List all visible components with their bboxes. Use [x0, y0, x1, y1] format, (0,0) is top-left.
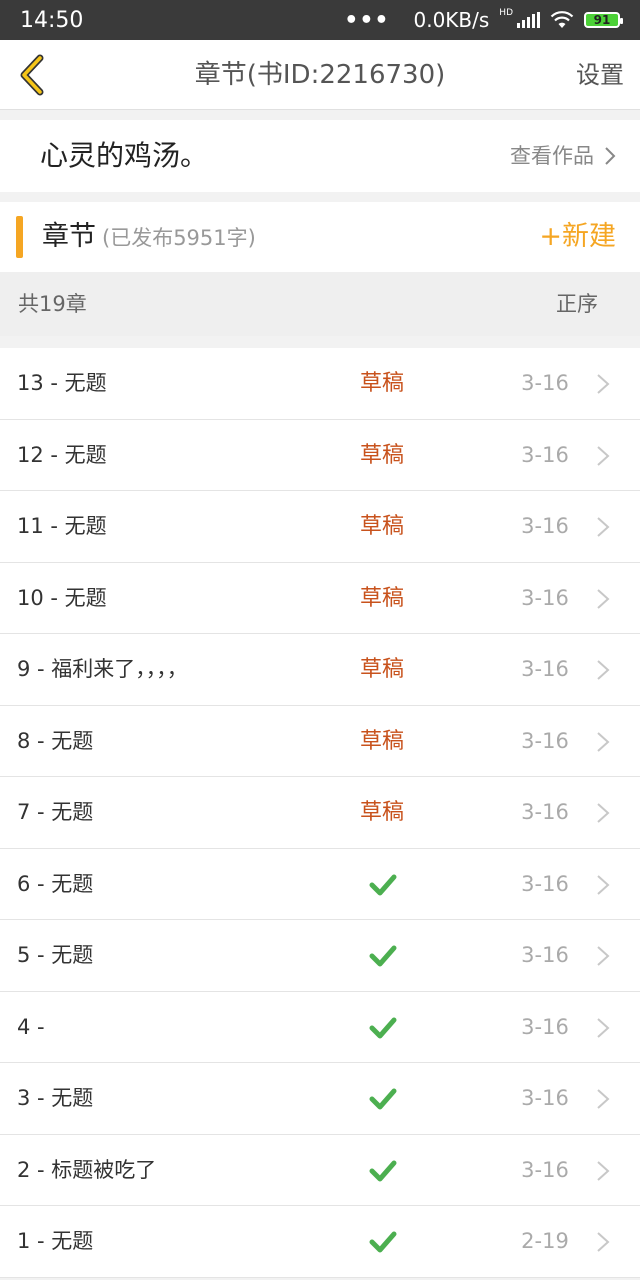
network-speed: 0.0KB/s: [413, 8, 490, 32]
chapter-date: 3-16: [521, 943, 569, 967]
chapter-row[interactable]: 3 - 无题 3-16: [0, 1063, 640, 1135]
chapter-date: 3-16: [521, 657, 569, 681]
chapter-row[interactable]: 5 - 无题 3-16: [0, 920, 640, 992]
chapter-row[interactable]: 2 - 标题被吃了 3-16: [0, 1135, 640, 1206]
chapter-date: 3-16: [521, 1086, 569, 1110]
draft-status: 草稿: [359, 657, 404, 682]
chevron-right-icon: [597, 1232, 610, 1252]
chapter-count: 共19章: [18, 292, 87, 316]
chapter-count-bar: 共19章 正序: [0, 272, 640, 336]
status-bar: 14:50 ••• 0.0KB/s HD 91: [0, 0, 640, 40]
chevron-right-icon: [597, 874, 610, 895]
status-indicators: ••• 0.0KB/s HD 91: [344, 7, 623, 33]
chapter-row[interactable]: 4 - 3-16: [0, 992, 640, 1063]
chapter-title: 13 - 无题: [17, 371, 107, 395]
chapter-row[interactable]: 6 - 无题 3-16: [0, 849, 640, 920]
more-dots: •••: [344, 7, 390, 33]
chapter-date: 3-16: [521, 442, 569, 467]
published-check-icon: [369, 1088, 397, 1110]
signal-icon: [517, 12, 540, 28]
draft-status: 草稿: [359, 728, 404, 754]
chapter-date: 3-16: [521, 1157, 569, 1182]
chapter-title: 1 - 无题: [17, 1229, 94, 1253]
chapters-title-text: 章节: [42, 221, 96, 252]
draft-status: 草稿: [359, 585, 404, 611]
app-header: 章节(书ID:2216730) 设置: [0, 40, 640, 110]
chevron-right-icon: [597, 660, 610, 680]
chapters-header: 章节 (已发布5951字) +新建: [0, 202, 640, 272]
chapter-title: 6 - 无题: [17, 871, 94, 896]
chapter-list: 13 - 无题 草稿 3-16 12 - 无题 草稿 3-16 11 - 无题 草稿 3-16 1…: [0, 348, 640, 1278]
chapter-date: 3-16: [521, 728, 569, 753]
chapter-title: 3 - 无题: [17, 1086, 94, 1110]
settings-button[interactable]: 设置: [576, 40, 624, 110]
chapter-row[interactable]: 8 - 无题 草稿 3-16: [0, 706, 640, 777]
chapter-title: 12 - 无题: [17, 442, 107, 467]
chapter-title: 10 - 无题: [17, 585, 107, 610]
chapter-title: 7 - 无题: [17, 800, 94, 824]
hd-label: HD: [499, 8, 513, 18]
accent-bar: [16, 216, 23, 258]
chevron-right-icon: [597, 445, 610, 466]
published-check-icon: [369, 1231, 397, 1253]
chevron-right-icon: [597, 731, 610, 752]
chapter-date: 3-16: [521, 514, 569, 538]
published-check-icon: [369, 874, 397, 895]
draft-status: 草稿: [359, 442, 404, 468]
status-time: 14:50: [20, 7, 84, 33]
chapter-title: 2 - 标题被吃了: [17, 1157, 157, 1182]
chevron-right-icon: [597, 946, 610, 966]
chevron-right-icon: [597, 588, 610, 609]
draft-status: 草稿: [359, 371, 404, 396]
published-check-icon: [369, 945, 397, 967]
new-chapter-button[interactable]: +新建: [539, 202, 616, 272]
wifi-icon: [550, 11, 574, 28]
chapter-date: 3-16: [521, 871, 569, 896]
chapter-row[interactable]: 10 - 无题 草稿 3-16: [0, 563, 640, 634]
chapter-date: 3-16: [521, 585, 569, 610]
chapter-title: 4 -: [17, 1014, 45, 1039]
chapter-row[interactable]: 1 - 无题 2-19: [0, 1206, 640, 1278]
battery-icon: 91: [584, 12, 623, 28]
chapter-row[interactable]: 12 - 无题 草稿 3-16: [0, 420, 640, 491]
view-works-label: 查看作品: [510, 144, 594, 168]
chevron-right-icon: [597, 517, 610, 537]
chapter-title: 8 - 无题: [17, 728, 94, 753]
chevron-right-icon: [597, 803, 610, 823]
chapter-title: 5 - 无题: [17, 943, 94, 967]
view-works-link[interactable]: 查看作品: [510, 120, 616, 192]
page-title: 章节(书ID:2216730): [194, 60, 446, 90]
sort-order-button[interactable]: 正序: [556, 272, 598, 336]
chevron-right-icon: [605, 147, 616, 165]
chapter-title: 9 - 福利来了，，，，: [17, 657, 188, 681]
chapter-row[interactable]: 11 - 无题 草稿 3-16: [0, 491, 640, 563]
chapter-title: 11 - 无题: [17, 514, 107, 538]
published-check-icon: [369, 1017, 397, 1038]
published-check-icon: [369, 1160, 397, 1181]
chapter-date: 3-16: [521, 1014, 569, 1039]
draft-status: 草稿: [359, 800, 404, 825]
chevron-right-icon: [597, 1160, 610, 1181]
chapter-row[interactable]: 7 - 无题 草稿 3-16: [0, 777, 640, 849]
chapters-title: 章节 (已发布5951字): [42, 202, 256, 273]
draft-status: 草稿: [359, 514, 404, 539]
chapter-date: 2-19: [521, 1229, 569, 1253]
book-title: 心灵的鸡汤。: [40, 139, 209, 172]
published-word-count: (已发布5951字): [102, 226, 256, 250]
chevron-right-icon: [597, 374, 610, 394]
chapter-date: 3-16: [521, 371, 569, 395]
chevron-right-icon: [597, 1089, 610, 1109]
book-row: 心灵的鸡汤。 查看作品: [0, 120, 640, 192]
chapter-date: 3-16: [521, 800, 569, 824]
chevron-right-icon: [597, 1017, 610, 1038]
chapter-row[interactable]: 13 - 无题 草稿 3-16: [0, 348, 640, 420]
chapter-row[interactable]: 9 - 福利来了，，，， 草稿 3-16: [0, 634, 640, 706]
